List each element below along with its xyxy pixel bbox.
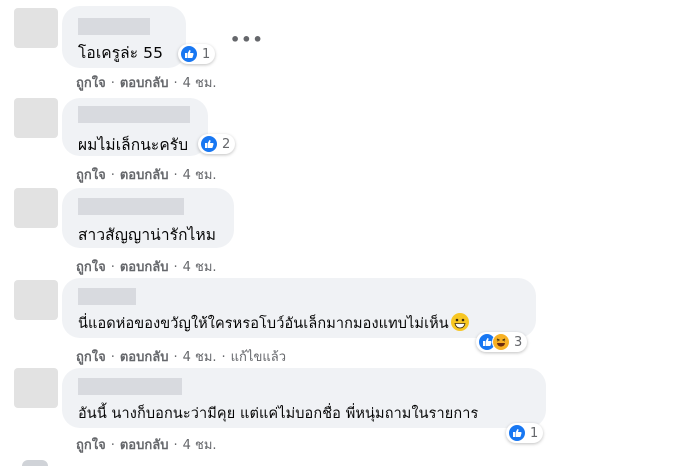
avatar[interactable] [14,8,58,48]
reply-action[interactable]: ตอบกลับ [120,438,169,453]
timestamp[interactable]: 4 ชม. [183,76,217,91]
comment-bubble: โอเครูล่ะ 55 [62,6,186,68]
timestamp[interactable]: 4 ชม. [183,168,217,183]
comment-text: อันนี้ นางก็บอกนะว่ามีคุย แต่แค่ไม่บอกชื… [78,406,479,422]
like-action[interactable]: ถูกใจ [76,76,106,91]
like-icon [180,45,198,63]
edited-label[interactable]: แก้ไขแล้ว [231,350,286,365]
comment-bubble: ผมไม่เล็กนะครับ [62,98,208,156]
reaction-summary[interactable]: 2 [198,134,236,154]
reaction-count: 2 [222,136,231,152]
commenter-name-blurred[interactable] [78,18,150,35]
grinning-emoji-icon [450,313,469,331]
timestamp[interactable]: 4 ชม. [183,438,217,453]
comment-actions: ถูกใจ · ตอบกลับ · 4 ชม. [76,168,217,183]
comment-actions: ถูกใจ · ตอบกลับ · 4 ชม. [76,260,217,275]
comment-text: สาวสัญญาน่ารักไหม [78,226,217,244]
reaction-count: 3 [514,334,523,350]
reply-action[interactable]: ตอบกลับ [120,168,169,183]
like-action[interactable]: ถูกใจ [76,438,106,453]
timestamp[interactable]: 4 ชม. [183,350,217,365]
reaction-count: 1 [530,425,539,441]
reply-action[interactable]: ตอบกลับ [120,260,169,275]
more-options-icon[interactable]: ••• [230,30,264,49]
reply-action[interactable]: ตอบกลับ [120,76,169,91]
reaction-summary[interactable]: 3 [476,332,528,352]
avatar[interactable] [14,368,58,408]
comment-text-content: นี่แอดห่อของขวัญให้ใครหรอโบว์อันเล็กมากม… [78,316,449,332]
comment-actions: ถูกใจ · ตอบกลับ · 4 ชม. [76,438,217,453]
comment-bubble: นี่แอดห่อของขวัญให้ใครหรอโบว์อันเล็กมากม… [62,278,536,338]
comment-text: นี่แอดห่อของขวัญให้ใครหรอโบว์อันเล็กมากม… [78,312,469,335]
avatar[interactable] [14,188,58,228]
comment-text: ผมไม่เล็กนะครับ [78,136,189,154]
comment-actions: ถูกใจ · ตอบกลับ · 4 ชม. [76,76,217,91]
commenter-name-blurred[interactable] [78,288,136,305]
timestamp[interactable]: 4 ชม. [183,260,217,275]
comment-actions: ถูกใจ · ตอบกลับ · 4 ชม. · แก้ไขแล้ว [76,350,286,365]
like-icon [200,135,218,153]
haha-icon [492,333,510,351]
comment-text: โอเครูล่ะ 55 [78,44,164,62]
reply-action[interactable]: ตอบกลับ [120,350,169,365]
avatar[interactable] [14,280,58,320]
like-icon [508,424,526,442]
like-action[interactable]: ถูกใจ [76,168,106,183]
comment-bubble: อันนี้ นางก็บอกนะว่ามีคุย แต่แค่ไม่บอกชื… [62,368,546,428]
reaction-count: 1 [202,46,211,62]
commenter-name-blurred[interactable] [78,378,182,395]
avatar[interactable] [22,460,48,466]
avatar[interactable] [14,98,58,138]
comment-bubble: สาวสัญญาน่ารักไหม [62,188,234,248]
like-action[interactable]: ถูกใจ [76,260,106,275]
commenter-name-blurred[interactable] [78,106,190,123]
commenter-name-blurred[interactable] [78,198,184,215]
reaction-summary[interactable]: 1 [506,423,544,443]
reaction-summary[interactable]: 1 [178,44,216,64]
like-action[interactable]: ถูกใจ [76,350,106,365]
